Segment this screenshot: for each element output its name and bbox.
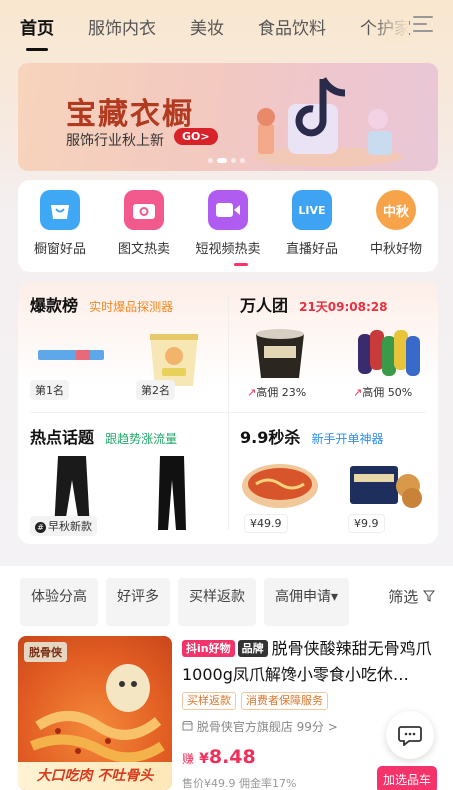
category-label: 中秋好物 xyxy=(369,242,422,257)
tab-food[interactable]: 食品饮料 xyxy=(258,14,326,39)
product-card[interactable]: 脱骨侠 大口吃肉 不吐骨头 抖in好物 品牌 脱骨侠酸辣甜无骨鸡爪1000g凤爪解馋… xyxy=(0,626,453,790)
flash-sale-title: 9.9秒杀 xyxy=(240,428,301,447)
filter-chip[interactable]: 买样返款 xyxy=(178,578,256,626)
hot-topics-card[interactable]: 热点话题 跟趋势涨流量 # 早秋新款 xyxy=(18,414,228,544)
douyin-good-badge: 抖in好物 xyxy=(182,640,235,657)
product-title[interactable]: 抖in好物 品牌 脱骨侠酸辣甜无骨鸡爪1000g凤爪解馋小零食小吃休… xyxy=(182,636,438,688)
product-thumb-noodle xyxy=(256,329,304,378)
camera-icon xyxy=(124,190,164,230)
hot-topics-title: 热点话题 xyxy=(30,428,95,447)
commission-badge: ↗高佣 23% xyxy=(242,382,312,402)
category-photo-text[interactable]: 图文热卖 xyxy=(104,190,184,272)
price-badge: ¥9.9 xyxy=(348,514,385,533)
bestsellers-title: 爆款榜 xyxy=(30,296,79,315)
bestsellers-card[interactable]: 爆款榜 实时爆品探测器 第1名 第2名 xyxy=(18,282,228,412)
tabs-fade xyxy=(369,8,409,44)
banner-illustration-icon xyxy=(253,77,403,167)
flash-sale-subtitle: 新手开单神器 xyxy=(311,432,384,446)
product-thumb-trash-bags xyxy=(358,330,420,376)
category-label: 图文热卖 xyxy=(117,242,170,257)
group-buy-card[interactable]: 万人团 21天09:08:28 ↗高佣 23% ↗高佣 50% xyxy=(228,282,438,412)
price-badge: ¥49.9 xyxy=(244,514,288,533)
banner-pagination xyxy=(208,158,249,163)
product-image[interactable]: 脱骨侠 大口吃肉 不吐骨头 xyxy=(18,636,172,790)
product-thumb-bag xyxy=(38,350,104,360)
live-tv-icon: LIVE xyxy=(292,190,332,230)
filter-chip-dropdown[interactable]: 高佣申请▾ xyxy=(264,578,350,626)
category-scroll-indicator xyxy=(234,263,248,266)
banner-title: 宝藏衣橱 xyxy=(66,97,194,132)
flash-sale-card[interactable]: 9.9秒杀 新手开单神器 ¥49.9 ¥9.9 xyxy=(228,414,438,544)
video-camera-icon xyxy=(208,190,248,230)
tab-apparel[interactable]: 服饰内衣 xyxy=(88,14,156,39)
earn-currency: ¥ xyxy=(199,751,209,767)
price-commission: 售价¥49.9 佣金率17% xyxy=(182,777,297,790)
category-label: 橱窗好品 xyxy=(33,242,86,257)
tab-home[interactable]: 首页 xyxy=(20,14,54,51)
rank-badge: 第2名 xyxy=(136,380,175,400)
chat-button[interactable] xyxy=(386,711,434,759)
shop-name: 脱骨侠官方旗舰店 99分 > xyxy=(196,720,338,734)
add-to-selection-button[interactable]: 加选品车 xyxy=(376,766,437,790)
filter-label: 筛选 xyxy=(388,588,419,606)
category-mid-autumn[interactable]: 中秋 中秋好物 xyxy=(356,190,436,272)
category-label: 短视频热卖 xyxy=(195,242,261,257)
category-showcase[interactable]: 橱窗好品 xyxy=(20,190,100,272)
banner-subtitle: 服饰行业秋上新 xyxy=(66,133,164,149)
filter-button[interactable]: 筛选 xyxy=(388,586,436,607)
product-slogan: 大口吃肉 不吐骨头 xyxy=(18,762,172,790)
brand-badge: 品牌 xyxy=(237,640,268,657)
rank-badge: 第1名 xyxy=(30,380,69,400)
store-icon xyxy=(182,721,193,731)
product-thumb-noodle-bowl xyxy=(242,464,318,508)
commission-badge: ↗高佣 50% xyxy=(348,382,418,402)
filter-bar: 体验分高 好评多 买样返款 高佣申请▾ 筛选 xyxy=(0,566,453,626)
funnel-icon xyxy=(422,590,436,602)
feature-panel: 爆款榜 实时爆品探测器 第1名 第2名 万人团 21天09:08:28 ↗高佣 … xyxy=(18,282,438,544)
shopping-bag-icon xyxy=(40,190,80,230)
earn-amount: 8.48 xyxy=(208,746,256,768)
product-tag: 消费者保障服务 xyxy=(241,692,328,710)
category-short-video[interactable]: 短视频热卖 xyxy=(188,190,268,272)
countdown-timer: 21天09:08:28 xyxy=(299,300,388,314)
hot-topics-subtitle: 跟趋势涨流量 xyxy=(105,432,178,446)
topic-tag: # 早秋新款 xyxy=(30,516,97,536)
product-tags: 买样返款 消费者保障服务 xyxy=(182,692,333,710)
banner-go-button[interactable]: GO> xyxy=(174,128,218,145)
chat-bubble-icon xyxy=(398,726,422,746)
shop-link[interactable]: 脱骨侠官方旗舰店 99分 > xyxy=(182,718,338,735)
category-row: 橱窗好品 图文热卖 短视频热卖 LIVE 直播好品 中秋 中秋好物 xyxy=(18,180,438,272)
category-live[interactable]: LIVE 直播好品 xyxy=(272,190,352,272)
earnings: 赚 ¥8.48 xyxy=(182,746,256,768)
menu-icon[interactable] xyxy=(413,16,433,34)
product-thumb-leggings xyxy=(158,456,186,530)
earn-label: 赚 xyxy=(182,752,195,766)
product-tag: 买样返款 xyxy=(182,692,236,710)
category-label: 直播好品 xyxy=(285,242,338,257)
mid-autumn-icon: 中秋 xyxy=(376,190,416,230)
filter-chip[interactable]: 好评多 xyxy=(106,578,170,626)
filter-chip[interactable]: 体验分高 xyxy=(20,578,98,626)
promo-banner[interactable]: 宝藏衣橱 服饰行业秋上新 GO> xyxy=(18,63,438,171)
tab-beauty[interactable]: 美妆 xyxy=(190,14,224,39)
bestsellers-subtitle: 实时爆品探测器 xyxy=(89,300,174,314)
product-thumb-snack-box xyxy=(350,466,422,508)
divider xyxy=(30,412,426,413)
group-buy-title: 万人团 xyxy=(240,296,289,315)
